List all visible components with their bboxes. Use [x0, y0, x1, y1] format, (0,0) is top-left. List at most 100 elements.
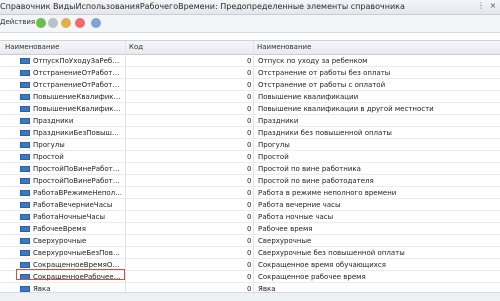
window-titlebar: Справочник ВидыИспользованияРабочегоВрем… — [0, 0, 500, 15]
item-description: Сокращенное рабочее время — [258, 273, 366, 281]
table-row[interactable]: ПростойПоВинеРаботн... 0 Простой по вине р… — [0, 163, 500, 175]
item-icon — [20, 190, 30, 196]
table-row[interactable]: ОтстранениеОтРаботыС... 0 Отстранение от р… — [0, 79, 500, 91]
item-code: 0 — [247, 105, 252, 113]
table-row[interactable]: СверхурочныеБезПовы... 0 Сверхурочные без … — [0, 247, 500, 259]
item-icon — [20, 118, 30, 124]
table-header: Наименование Код Наименование — [0, 41, 500, 55]
column-name-header[interactable]: Наименование — [5, 43, 59, 51]
item-icon — [20, 226, 30, 232]
item-description: Работа вечерние часы — [258, 201, 341, 209]
table-row[interactable]: РабочееВремя 0 Рабочее время — [0, 223, 500, 235]
item-description: Сокращенное время обучающихся — [258, 261, 386, 269]
table-row[interactable]: Сверхурочные 0 Сверхурочные — [0, 235, 500, 247]
table-row[interactable]: Праздники 0 Праздники — [0, 115, 500, 127]
item-description: Праздники — [258, 117, 299, 125]
item-code: 0 — [247, 69, 252, 77]
add-icon[interactable] — [36, 18, 46, 28]
item-name: РаботаВечерниеЧасы — [33, 201, 113, 209]
item-code: 0 — [247, 141, 252, 149]
item-description: Прогулы — [258, 141, 290, 149]
highlighted-row-box — [16, 269, 125, 280]
item-icon — [20, 70, 30, 76]
delete-icon[interactable] — [75, 18, 85, 28]
predefined-items-table: Наименование Код Наименование ОтпускПоУх… — [0, 40, 500, 295]
item-code: 0 — [247, 225, 252, 233]
item-name: Сверхурочные — [33, 237, 87, 245]
window-title: Справочник ВидыИспользованияРабочегоВрем… — [0, 2, 405, 11]
item-description: Отстранение от работы с оплатой — [258, 81, 386, 89]
toolbar: Действия ▾ — [0, 15, 500, 33]
item-name: Прогулы — [33, 141, 65, 149]
item-description: Простой — [258, 153, 289, 161]
item-code: 0 — [247, 129, 252, 137]
item-icon — [20, 94, 30, 100]
table-row[interactable]: РаботаВечерниеЧасы 0 Работа вечерние часы — [0, 199, 500, 211]
item-icon — [20, 262, 30, 268]
item-name: Простой — [33, 153, 64, 161]
item-description: Работа в режиме неполного времени — [258, 189, 397, 197]
item-description: Отпуск по уходу за ребенком — [258, 57, 368, 65]
item-code: 0 — [247, 273, 252, 281]
actions-menu[interactable]: Действия ▾ — [0, 18, 41, 26]
item-name: РабочееВремя — [33, 225, 86, 233]
table-row[interactable]: ПраздникиБезПовышен... 0 Праздники без пов… — [0, 127, 500, 139]
item-icon — [20, 166, 30, 172]
refresh-icon[interactable] — [91, 18, 101, 28]
item-icon — [20, 106, 30, 112]
table-row[interactable]: ПростойПоВинеРабото... 0 Простой по вине р… — [0, 175, 500, 187]
table-row[interactable]: ОтпускПоУходуЗаРебенком 0 Отпуск по уходу … — [0, 55, 500, 67]
item-code: 0 — [247, 189, 252, 197]
item-description: Простой по вине работника — [258, 165, 361, 173]
table-row[interactable]: РаботаНочныеЧасы 0 Работа ночные часы — [0, 211, 500, 223]
table-row[interactable]: ПовышениеКвалификац... 0 Повышение квалифи… — [0, 103, 500, 115]
table-row[interactable]: ОтстранениеОтРаботыБ... 0 Отстранение от р… — [0, 67, 500, 79]
item-name: СокращенноеВремяОбу... — [33, 261, 123, 269]
item-code: 0 — [247, 237, 252, 245]
item-name: Праздники — [33, 117, 74, 125]
item-code: 0 — [247, 165, 252, 173]
item-description: Повышение квалификации в другой местност… — [258, 105, 434, 113]
table-row[interactable]: Простой 0 Простой — [0, 151, 500, 163]
item-description: Простой по вине работодателя — [258, 177, 374, 185]
window-menu-icon[interactable]: ⋮ — [476, 1, 486, 11]
item-icon — [20, 142, 30, 148]
item-description: Сверхурочные без повышенной оплаты — [258, 249, 405, 257]
edit-icon[interactable] — [61, 18, 71, 28]
item-code: 0 — [247, 177, 252, 185]
item-name: ПовышениеКвалификац... — [33, 93, 123, 101]
table-row[interactable]: Прогулы 0 Прогулы — [0, 139, 500, 151]
item-description: Сверхурочные — [258, 237, 312, 245]
item-icon — [20, 154, 30, 160]
item-description: Повышение квалификации — [258, 93, 359, 101]
item-name: ОтпускПоУходуЗаРебенком — [33, 57, 123, 65]
item-description: Рабочее время — [258, 225, 313, 233]
item-description: Отстранение от работы без оплаты — [258, 69, 391, 77]
column-divider-name-code — [125, 41, 126, 294]
copy-icon[interactable] — [48, 18, 58, 28]
item-code: 0 — [247, 249, 252, 257]
table-row[interactable]: ПовышениеКвалификац... 0 Повышение квалифи… — [0, 91, 500, 103]
item-code: 0 — [247, 81, 252, 89]
item-code: 0 — [247, 213, 252, 221]
column-code-header[interactable]: Код — [129, 43, 143, 51]
item-code: 0 — [247, 117, 252, 125]
item-icon — [20, 58, 30, 64]
item-description: Праздники без повышенной оплаты — [258, 129, 392, 137]
item-name: СверхурочныеБезПовы... — [33, 249, 123, 257]
item-code: 0 — [247, 93, 252, 101]
item-icon — [20, 202, 30, 208]
item-code: 0 — [247, 153, 252, 161]
close-icon[interactable]: × — [488, 1, 498, 11]
item-icon — [20, 178, 30, 184]
item-icon — [20, 82, 30, 88]
table-row[interactable]: РаботаВРежимеНеполн... 0 Работа в режиме н… — [0, 187, 500, 199]
item-icon — [20, 214, 30, 220]
item-code: 0 — [247, 261, 252, 269]
item-name: ПростойПоВинеРаботн... — [33, 165, 123, 173]
item-name: ОтстранениеОтРаботыБ... — [33, 69, 123, 77]
item-name: РаботаНочныеЧасы — [33, 213, 106, 221]
item-icon — [20, 238, 30, 244]
column-description-header[interactable]: Наименование — [257, 43, 311, 51]
item-name: ПраздникиБезПовышен... — [33, 129, 123, 137]
